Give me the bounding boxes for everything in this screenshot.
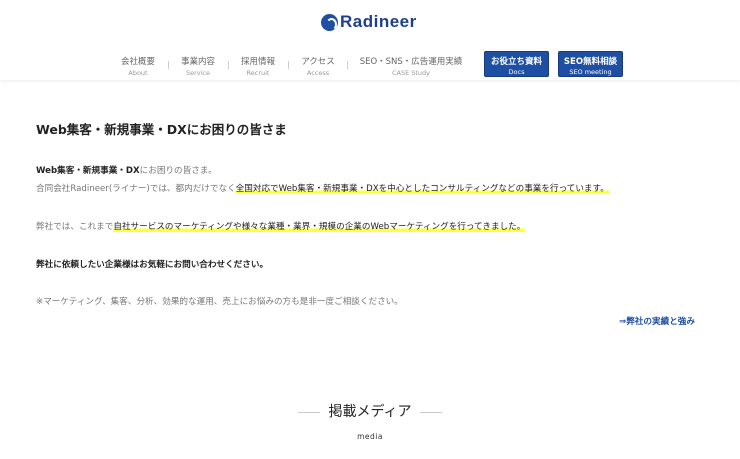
nav-label: アクセス [301, 57, 335, 67]
nav-sublabel: About [128, 69, 148, 77]
seo-meeting-button[interactable]: SEO無料相談 SEO meeting [558, 51, 623, 77]
nav-label: SEO・SNS・広告運用実績 [359, 57, 463, 67]
section-heading: Web集客・新規事業・DXにお困りの皆さま [36, 122, 287, 137]
nav-divider [347, 61, 348, 69]
nav-sublabel: Access [306, 69, 330, 77]
nav-divider [288, 61, 289, 69]
company-line: 合同会社Radineer(ライナー)では、都内だけでなく全国対応でWeb集客・新… [36, 182, 609, 194]
nav-label: 採用情報 [240, 57, 276, 67]
nav-label: 事業内容 [180, 57, 216, 67]
nav-case-study[interactable]: SEO・SNS・広告運用実績 CASE Study [360, 55, 463, 77]
nav-sublabel: Service [185, 69, 211, 77]
logo[interactable]: Radineer [321, 12, 417, 32]
intro-rest: にお困りの皆さま。 [139, 166, 217, 176]
history-highlight: 自社サービスのマーケティングや様々な業種・業界・規模の企業のWebマーケティング… [113, 222, 526, 232]
button-label: SEO無料相談 [563, 57, 618, 67]
nav-divider [168, 61, 169, 69]
site-header: Radineer 会社概要 About 事業内容 Service 採用情報 Recru… [0, 0, 740, 80]
nav-about[interactable]: 会社概要 About [121, 55, 155, 77]
company-highlight: 全国対応でWeb集客・新規事業・DXを中心としたコンサルティングなどの事業を行っ… [235, 184, 609, 194]
divider-line [298, 411, 321, 413]
history-line: 弊社では、これまで自社サービスのマーケティングや様々な業種・業界・規模の企業のW… [36, 220, 526, 232]
media-title: 掲載メディア [328, 404, 412, 420]
logo-text: Radineer [340, 12, 417, 31]
logo-icon [321, 13, 338, 31]
nav-sublabel: Recruit [246, 69, 270, 77]
history-plain: 弊社では、これまで [36, 222, 114, 232]
nav-access[interactable]: アクセス Access [301, 55, 335, 77]
note-line: ※マーケティング、集客、分析、効果的な運用、売上にお悩みの方も是非一度ご相談くだ… [36, 297, 403, 307]
docs-button[interactable]: お役立ち資料 Docs [484, 51, 549, 77]
nav-label: 会社概要 [120, 57, 156, 67]
nav-sublabel: CASE Study [391, 69, 431, 77]
nav-divider [228, 61, 229, 69]
divider-line [419, 411, 442, 413]
strengths-link[interactable]: ⇒弊社の実績と強み [619, 315, 695, 327]
nav-service[interactable]: 事業内容 Service [181, 55, 215, 77]
media-subtitle: media [357, 432, 383, 441]
media-heading: 掲載メディア [0, 401, 740, 421]
nav-recruit[interactable]: 採用情報 Recruit [241, 55, 275, 77]
intro-line: Web集客・新規事業・DXにお困りの皆さま。 [36, 164, 217, 176]
button-label: お役立ち資料 [490, 57, 542, 67]
contact-line: 弊社に依頼したい企業様はお気軽にお問い合わせください。 [36, 260, 269, 270]
button-sublabel: SEO meeting [569, 68, 612, 76]
intro-bold: Web集客・新規事業・DX [36, 166, 140, 176]
button-sublabel: Docs [508, 68, 525, 76]
company-plain: 合同会社Radineer(ライナー)では、都内だけでなく [36, 184, 236, 194]
